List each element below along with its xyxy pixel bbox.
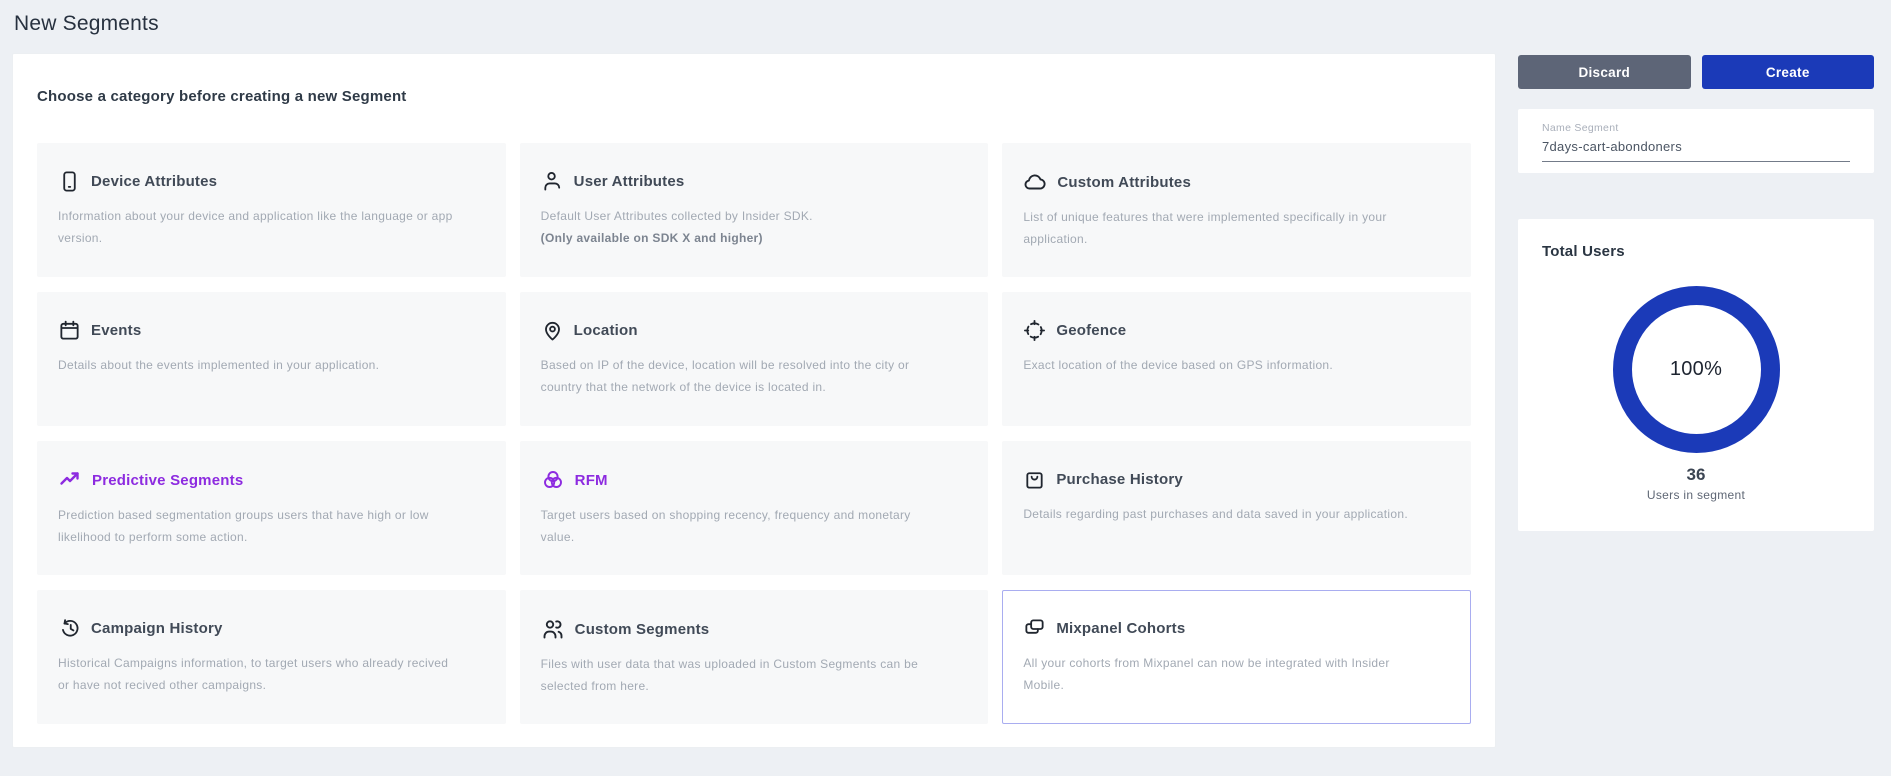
category-title: Device Attributes	[91, 173, 217, 190]
category-card-mixpanel-cohorts[interactable]: Mixpanel Cohorts All your cohorts from M…	[1002, 590, 1471, 724]
category-title: Geofence	[1056, 322, 1126, 339]
category-title: RFM	[575, 472, 608, 489]
smartphone-icon	[58, 170, 81, 193]
category-description: Based on IP of the device, location will…	[541, 355, 946, 398]
category-card-campaign-history[interactable]: Campaign History Historical Campaigns in…	[37, 590, 506, 724]
panel-header: Choose a category before creating a new …	[37, 88, 1471, 105]
category-title: Purchase History	[1056, 471, 1183, 488]
category-description: List of unique features that were implem…	[1023, 207, 1428, 250]
category-description: Target users based on shopping recency, …	[541, 505, 946, 548]
users-icon	[541, 617, 565, 641]
user-icon	[541, 170, 564, 193]
category-card-events[interactable]: Events Details about the events implemen…	[37, 292, 506, 426]
create-button[interactable]: Create	[1702, 55, 1875, 89]
page-title: New Segments	[14, 12, 159, 36]
category-description-note: (Only available on SDK X and higher)	[541, 228, 946, 250]
venn-circles-icon	[541, 468, 565, 492]
total-users-title: Total Users	[1542, 243, 1850, 260]
category-card-predictive-segments[interactable]: Predictive Segments Prediction based seg…	[37, 441, 506, 575]
action-buttons: Discard Create	[1518, 55, 1874, 89]
category-grid: Device Attributes Information about your…	[37, 143, 1471, 724]
users-count: 36	[1687, 465, 1706, 485]
category-description: Default User Attributes collected by Ins…	[541, 206, 946, 228]
category-title: Events	[91, 322, 141, 339]
category-title: Campaign History	[91, 620, 223, 637]
category-title: Custom Attributes	[1057, 174, 1191, 191]
category-title: User Attributes	[574, 173, 685, 190]
category-card-purchase-history[interactable]: Purchase History Details regarding past …	[1002, 441, 1471, 575]
category-card-custom-segments[interactable]: Custom Segments Files with user data tha…	[520, 590, 989, 724]
category-description: Details about the events implemented in …	[58, 355, 463, 377]
name-segment-card: Name Segment	[1518, 109, 1874, 173]
category-title: Location	[574, 322, 638, 339]
cohorts-overlap-icon	[1023, 617, 1046, 640]
history-clock-icon	[58, 617, 81, 640]
category-card-geofence[interactable]: Geofence Exact location of the device ba…	[1002, 292, 1471, 426]
map-pin-icon	[541, 319, 564, 342]
category-title: Mixpanel Cohorts	[1056, 620, 1185, 637]
name-segment-input[interactable]	[1542, 134, 1850, 162]
gps-crosshair-icon	[1023, 319, 1046, 342]
category-description: Exact location of the device based on GP…	[1023, 355, 1428, 377]
users-count-caption: Users in segment	[1647, 488, 1745, 502]
segment-category-panel: Choose a category before creating a new …	[12, 53, 1496, 748]
shopping-bag-icon	[1023, 468, 1046, 491]
category-card-custom-attributes[interactable]: Custom Attributes List of unique feature…	[1002, 143, 1471, 277]
discard-button[interactable]: Discard	[1518, 55, 1691, 89]
trending-up-icon	[58, 468, 82, 492]
category-card-device-attributes[interactable]: Device Attributes Information about your…	[37, 143, 506, 277]
total-users-donut-chart: 100%	[1613, 286, 1780, 453]
category-card-rfm[interactable]: RFM Target users based on shopping recen…	[520, 441, 989, 575]
category-title: Predictive Segments	[92, 472, 243, 489]
category-card-user-attributes[interactable]: User Attributes Default User Attributes …	[520, 143, 989, 277]
category-description: Information about your device and applic…	[58, 206, 463, 249]
category-description: All your cohorts from Mixpanel can now b…	[1023, 653, 1428, 696]
donut-percent-label: 100%	[1670, 358, 1722, 381]
total-users-card: Total Users 100% 36 Users in segment	[1518, 219, 1874, 531]
category-description: Files with user data that was uploaded i…	[541, 654, 946, 697]
category-title: Custom Segments	[575, 621, 710, 638]
calendar-icon	[58, 319, 81, 342]
name-segment-label: Name Segment	[1542, 122, 1850, 134]
cloud-icon	[1023, 170, 1047, 194]
category-description: Historical Campaigns information, to tar…	[58, 653, 463, 696]
category-description: Prediction based segmentation groups use…	[58, 505, 463, 548]
category-description: Details regarding past purchases and dat…	[1023, 504, 1428, 526]
category-card-location[interactable]: Location Based on IP of the device, loca…	[520, 292, 989, 426]
